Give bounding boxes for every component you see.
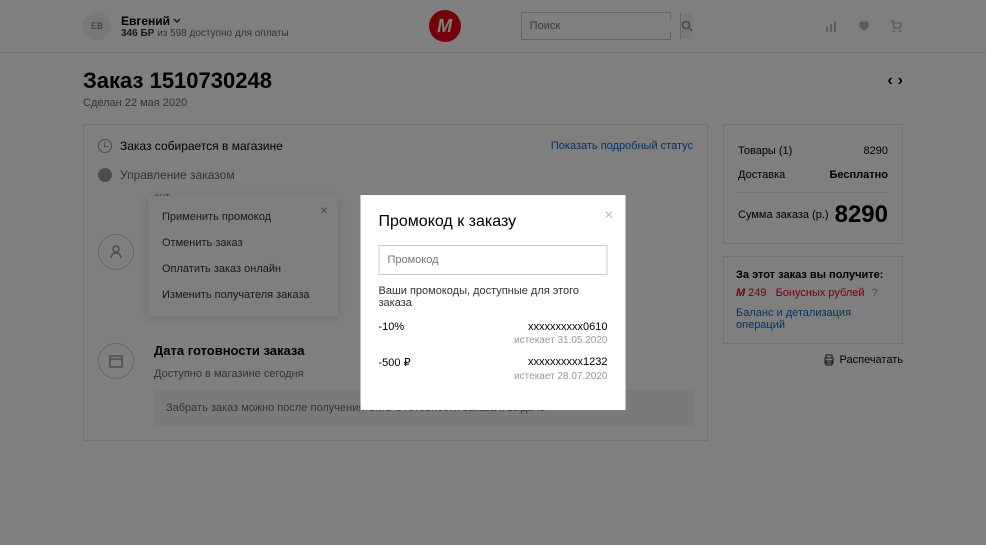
promo-hint: Ваши промокоды, доступные для этого зака…	[379, 285, 608, 309]
promo-item[interactable]: -500 ₽хххххххххх1232 истекает 28.07.2020	[379, 356, 608, 382]
modal-close[interactable]: ×	[604, 207, 613, 225]
promo-modal: × Промокод к заказу Ваши промокоды, дост…	[361, 195, 626, 410]
promo-input[interactable]	[379, 245, 608, 275]
promo-item[interactable]: -10%хххххххххх0610 истекает 31.05.2020	[379, 321, 608, 346]
modal-title: Промокод к заказу	[379, 213, 608, 231]
